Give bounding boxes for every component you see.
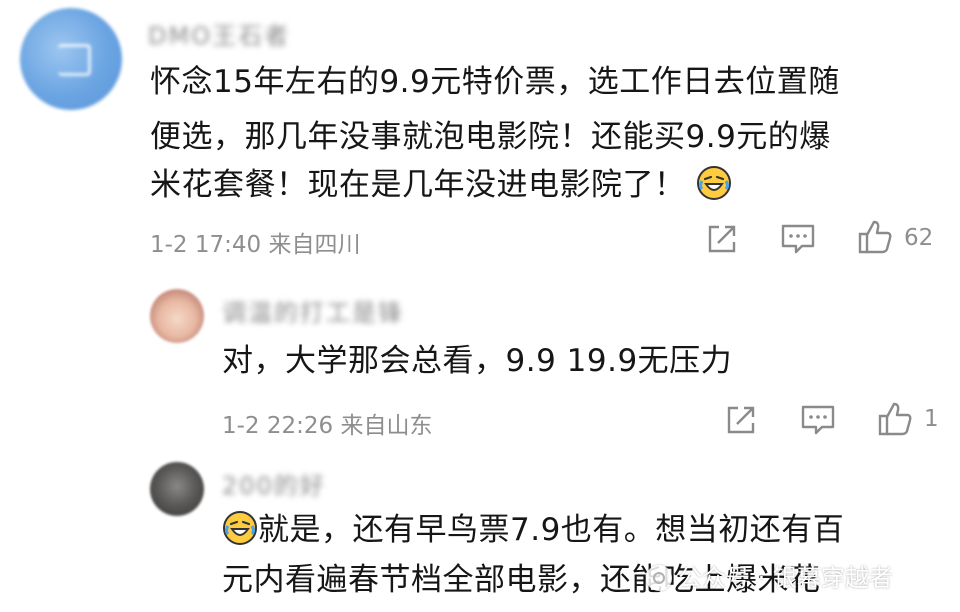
comment-meta: 1-2 22:26 来自山东 [222,406,432,440]
share-icon[interactable] [705,222,739,256]
watermark: 公众号 · 银幕穿越者 [646,558,893,593]
like-count: 62 [904,225,934,251]
comment-time: 1-2 22:26 [222,413,334,439]
like-icon[interactable] [876,400,914,438]
comment-time: 1-2 17:40 [150,232,262,258]
wechat-official-account-icon [646,565,672,591]
comment-text-line: 就是，还有早鸟票7.9也有。想当初还有百 [222,503,844,558]
laughing-crying-emoji-icon [223,511,257,545]
comment-text-line: 米花套餐！现在是几年没进电影院了！ [150,158,732,213]
username[interactable]: DMO王石者 [148,16,290,51]
comment-meta: 1-2 17:40 来自四川 [150,225,360,259]
username[interactable]: 200的好 [222,466,326,501]
comment-text-line: 便选，那几年没事就泡电影院！还能买9.9元的爆 [150,119,831,155]
like-count: 1 [924,406,939,432]
share-icon[interactable] [724,403,758,437]
avatar[interactable] [150,289,204,343]
comment-icon[interactable] [800,403,836,437]
comment-icon[interactable] [780,222,816,256]
laughing-crying-emoji-icon [696,166,731,200]
like-icon[interactable] [856,218,894,256]
username[interactable]: 调温的打工是锋 [222,293,404,328]
avatar[interactable] [150,462,204,516]
comment-text: 就是，还有早鸟票7.9也有。想当初还有百 [258,512,845,548]
avatar[interactable] [20,8,122,110]
comment-text-line: 怀念15年左右的9.9元特价票，选工作日去位置随 [150,64,840,100]
comment-location: 来自四川 [268,232,361,258]
comment-text: 米花套餐！现在是几年没进电影院了！ [150,167,686,203]
comment-location: 来自山东 [340,413,433,439]
comment-text-line: 对，大学那会总看，9.9 19.9无压力 [222,343,733,379]
watermark-text: 公众号 · 银幕穿越者 [678,564,893,592]
